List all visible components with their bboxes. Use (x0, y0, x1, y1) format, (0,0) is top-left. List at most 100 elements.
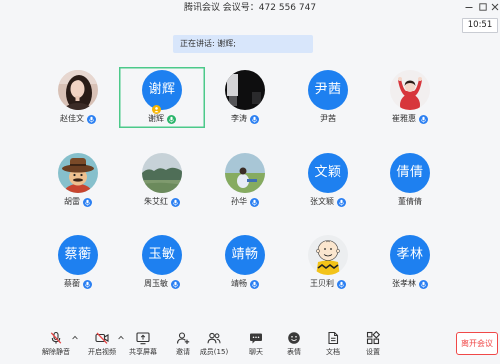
participant-name: 谢辉 (148, 114, 164, 123)
participant-name: 朱艾红 (144, 197, 168, 206)
share-screen-button[interactable]: 共享屏幕 (121, 331, 165, 359)
mic-icon (419, 279, 428, 289)
avatar-initials: 玉敏 (142, 235, 182, 275)
participant-name-row: 王贝利 (285, 278, 371, 290)
mic-icon (419, 114, 428, 124)
mic-icon (171, 197, 180, 207)
participant-name: 周玉敏 (144, 279, 168, 288)
documents-button[interactable]: 文档 (311, 331, 355, 359)
avatar-photo (142, 153, 182, 193)
participant-name-row: 李涛 (202, 113, 288, 125)
invite-label: 邀请 (176, 348, 190, 356)
chevron-up-icon[interactable] (72, 335, 78, 340)
participant-name: 张孝林 (392, 279, 416, 288)
participant-tile[interactable]: 王贝利 (285, 232, 371, 293)
participant-name: 胡雷 (64, 197, 80, 206)
avatar-photo (225, 70, 265, 110)
participant-name-row: 朱艾红 (119, 196, 205, 208)
participant-name-row: 孙华 (202, 196, 288, 208)
participant-tile[interactable]: 尹茜 尹茜 (285, 67, 371, 128)
reactions-button[interactable]: 表情 (272, 331, 316, 359)
members-icon (207, 331, 221, 345)
meeting-clock: 10:51 (462, 18, 498, 33)
participant-name-row: 张文颖 (285, 196, 371, 208)
avatar-initials: 孝林 (390, 235, 430, 275)
participant-name-row: 赵佳文 (35, 113, 121, 125)
avatar-initials: 文颖 (308, 153, 348, 193)
close-icon[interactable] (491, 3, 499, 11)
participant-tile[interactable]: 孙华 (202, 150, 288, 211)
mic-icon (83, 197, 92, 207)
participant-tile[interactable]: 倩倩 董倩倩 (367, 150, 453, 211)
mic-icon (87, 114, 96, 124)
members-button[interactable]: 成员(15) (192, 331, 236, 359)
avatar-initials: 尹茜 (308, 70, 348, 110)
participant-tile[interactable]: 玉敏 周玉敏 (119, 232, 205, 293)
leave-meeting-button[interactable]: 离开会议 (456, 332, 498, 355)
participant-tile[interactable]: 朱艾红 (119, 150, 205, 211)
participant-name: 崔雅惠 (392, 114, 416, 123)
avatar-cartoon (58, 153, 98, 193)
participant-tile[interactable]: 崔雅惠 (367, 67, 453, 128)
video-off-icon (95, 331, 109, 345)
mic-muted-icon (49, 331, 63, 345)
avatar-photo (390, 70, 430, 110)
avatar-photo (225, 153, 265, 193)
mic-icon (171, 279, 180, 289)
participant-name-row: 胡雷 (35, 196, 121, 208)
mic-icon (337, 279, 346, 289)
mic-icon (250, 114, 259, 124)
document-icon (326, 331, 340, 345)
minimize-icon[interactable] (465, 3, 473, 11)
members-label: 成员(15) (199, 348, 229, 356)
participant-tile[interactable]: 靖畅 靖畅 (202, 232, 288, 293)
settings-icon (366, 331, 380, 345)
mic-icon (83, 279, 92, 289)
settings-button[interactable]: 设置 (351, 331, 395, 359)
avatar-initials: 靖畅 (225, 235, 265, 275)
participant-name: 靖畅 (231, 279, 247, 288)
participant-tile[interactable]: 蔡蘅 蔡蘅 (35, 232, 121, 293)
invite-icon (176, 331, 190, 345)
mic-icon (337, 197, 346, 207)
chevron-up-icon[interactable] (118, 335, 124, 340)
participant-name-row: 尹茜 (285, 113, 371, 125)
share-screen-icon (136, 331, 150, 345)
participant-name-row: 靖畅 (202, 278, 288, 290)
chat-label: 聊天 (249, 348, 263, 356)
participant-tile[interactable]: 赵佳文 (35, 67, 121, 128)
speaking-banner: 正在讲话: 谢辉; (173, 35, 313, 53)
avatar-photo (58, 70, 98, 110)
avatar-initials: 蔡蘅 (58, 235, 98, 275)
participant-tile[interactable]: 文颖 张文颖 (285, 150, 371, 211)
participant-name-row: 张孝林 (367, 278, 453, 290)
participant-tile[interactable]: 孝林 张孝林 (367, 232, 453, 293)
participant-name: 赵佳文 (60, 114, 84, 123)
reactions-label: 表情 (287, 348, 301, 356)
participant-name-row: 董倩倩 (367, 196, 453, 208)
participant-tile[interactable]: 李涛 (202, 67, 288, 128)
participant-name: 王贝利 (310, 279, 334, 288)
participant-tile[interactable]: 胡雷 (35, 150, 121, 211)
avatar-cartoon (308, 235, 348, 275)
participant-name-row: 谢辉 (119, 113, 205, 125)
participant-tile-active-speaker[interactable]: 谢辉 谢辉 (119, 67, 205, 128)
participant-name: 张文颖 (310, 197, 334, 206)
emoji-icon (287, 331, 301, 345)
avatar-initials: 谢辉 (142, 70, 182, 110)
participant-name: 尹茜 (320, 114, 336, 123)
maximize-icon[interactable] (479, 3, 487, 11)
start-video-label: 开启视频 (88, 348, 116, 356)
participant-name: 孙华 (231, 197, 247, 206)
participant-name-row: 蔡蘅 (35, 278, 121, 290)
chat-icon (249, 331, 263, 345)
mic-icon (250, 197, 259, 207)
settings-label: 设置 (366, 348, 380, 356)
participant-name-row: 周玉敏 (119, 278, 205, 290)
unmute-label: 解除静音 (42, 348, 70, 356)
participant-name: 李涛 (231, 114, 247, 123)
participant-name-row: 崔雅惠 (367, 113, 453, 125)
mic-icon (250, 279, 259, 289)
window-title: 腾讯会议 会议号：472 556 747 (183, 3, 317, 13)
mic-speaking-icon (167, 114, 176, 124)
